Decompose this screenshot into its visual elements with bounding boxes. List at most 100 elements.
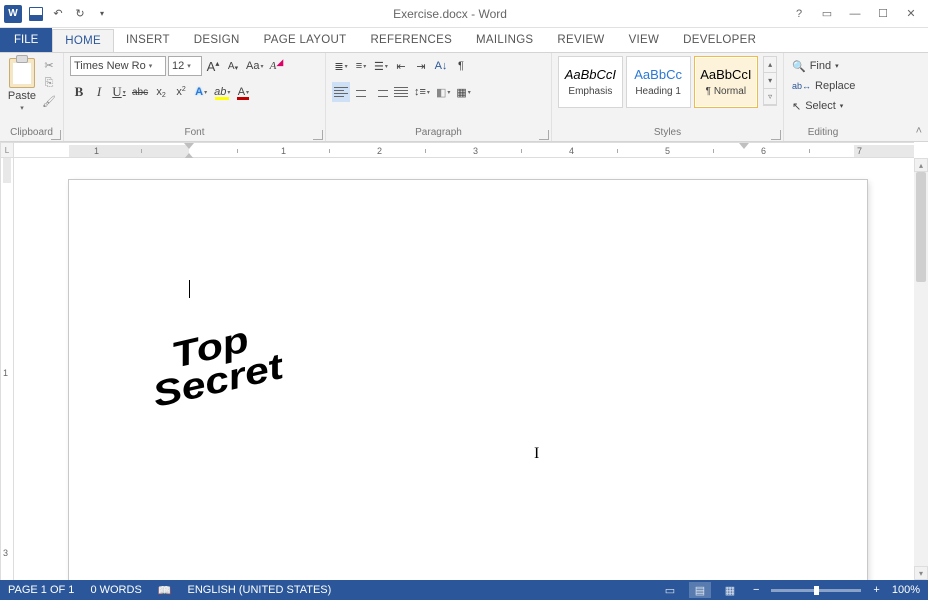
justify-button[interactable] [392,82,410,102]
horizontal-ruler[interactable]: 1 1 2 3 4 5 6 7 [14,142,914,158]
decrease-indent-button[interactable]: ⇤ [392,56,410,76]
styles-dialog-launcher[interactable] [771,130,781,140]
font-size-combo[interactable]: 12▾ [168,56,202,76]
tab-selector[interactable]: L [0,142,14,158]
zoom-out-button[interactable]: − [749,584,763,596]
zoom-slider[interactable] [771,589,861,592]
styles-scroll-down[interactable]: ▾ [764,73,776,89]
undo-button[interactable]: ↶ [50,6,66,22]
ribbon-display-options[interactable]: ▭ [818,5,836,23]
subscript-button[interactable]: x2 [152,82,170,102]
select-button[interactable]: ↖Select▾ [790,96,845,116]
ribbon-tabstrip: FILE HOME INSERT DESIGN PAGE LAYOUT REFE… [0,28,928,52]
strikethrough-button[interactable]: abc [130,82,150,102]
replace-button[interactable]: ab↔Replace [790,76,857,96]
find-button[interactable]: 🔍Find▾ [790,56,841,76]
paste-button[interactable]: Paste ▾ [6,56,38,112]
tab-page-layout[interactable]: PAGE LAYOUT [252,28,359,52]
format-painter-button[interactable]: 🖌 [41,94,57,108]
wordart-object[interactable]: Top Secret [142,316,286,412]
collapse-ribbon-button[interactable]: ˄ [916,125,922,137]
page[interactable]: Top Secret I [69,180,867,580]
status-language[interactable]: ENGLISH (UNITED STATES) [187,584,331,596]
shading-button[interactable]: ◧▾ [434,82,452,102]
tab-review[interactable]: REVIEW [545,28,616,52]
borders-button[interactable]: ▦▾ [454,82,472,102]
group-label-paragraph: Paragraph [332,126,545,140]
paste-label: Paste [8,90,36,102]
shrink-font-button[interactable]: A▾ [224,56,242,76]
file-tab[interactable]: FILE [0,28,52,52]
select-icon: ↖ [792,100,801,113]
show-hide-button[interactable]: ¶ [452,56,470,76]
paragraph-dialog-launcher[interactable] [539,130,549,140]
align-left-button[interactable] [332,82,350,102]
first-line-indent-marker[interactable] [184,143,194,149]
close-button[interactable]: ✕ [902,5,920,23]
align-center-button[interactable] [352,82,370,102]
grow-font-button[interactable]: A▴ [204,56,222,76]
zoom-slider-thumb[interactable] [814,586,819,595]
right-indent-marker[interactable] [739,143,749,149]
ribbon: Paste ▾ ✂ ⎘ 🖌 Clipboard Times New Ro▾ 12… [0,52,928,142]
numbering-button[interactable]: ≡▾ [352,56,370,76]
scroll-down-button[interactable]: ▾ [914,566,928,580]
tab-design[interactable]: DESIGN [182,28,252,52]
bold-button[interactable]: B [70,82,88,102]
text-effects-button[interactable]: A▾ [192,82,210,102]
highlight-button[interactable]: ab▾ [212,82,232,102]
copy-button[interactable]: ⎘ [41,76,57,90]
scroll-up-button[interactable]: ▴ [914,158,928,172]
styles-scroll-up[interactable]: ▴ [764,57,776,73]
zoom-level[interactable]: 100% [892,584,920,596]
sort-button[interactable]: A↓ [432,56,450,76]
document-scroll-area[interactable]: Top Secret I [14,158,914,580]
document-area: L 1 1 2 3 4 5 6 7 1 3 [0,142,928,580]
minimize-button[interactable]: — [846,5,864,23]
style-heading1[interactable]: AaBbCc Heading 1 [626,56,691,108]
style-emphasis[interactable]: AaBbCcI Emphasis [558,56,623,108]
redo-button[interactable]: ↻ [72,6,88,22]
font-dialog-launcher[interactable] [313,130,323,140]
qat-customize-dropdown[interactable]: ▾ [94,6,110,22]
view-print-layout[interactable]: ▤ [689,582,711,598]
group-font: Times New Ro▾ 12▾ A▴ A▾ Aa▾ A◢ B I U▾ ab… [64,53,326,141]
view-read-mode[interactable]: ▭ [659,582,681,598]
styles-expand[interactable]: ▿ [764,89,776,105]
font-color-button[interactable]: A▾ [234,82,252,102]
tab-references[interactable]: REFERENCES [358,28,464,52]
scroll-thumb[interactable] [916,172,926,282]
vertical-scrollbar[interactable]: ▴ ▾ [914,158,928,580]
clipboard-dialog-launcher[interactable] [51,130,61,140]
change-case-button[interactable]: Aa▾ [244,56,265,76]
superscript-button[interactable]: x2 [172,82,190,102]
group-styles: AaBbCcI Emphasis AaBbCc Heading 1 AaBbCc… [552,53,784,141]
underline-button[interactable]: U▾ [110,82,128,102]
tab-insert[interactable]: INSERT [114,28,182,52]
group-label-font: Font [70,126,319,140]
clear-formatting-button[interactable]: A◢ [267,56,285,76]
tab-home[interactable]: HOME [52,29,114,53]
status-word-count[interactable]: 0 WORDS [90,584,141,596]
tab-developer[interactable]: DEVELOPER [671,28,768,52]
font-name-combo[interactable]: Times New Ro▾ [70,56,166,76]
line-spacing-button[interactable]: ↕≡▾ [412,82,432,102]
multilevel-list-button[interactable]: ☰▾ [372,56,390,76]
style-normal[interactable]: AaBbCcI ¶ Normal [694,56,759,108]
tab-mailings[interactable]: MAILINGS [464,28,545,52]
tab-view[interactable]: VIEW [617,28,672,52]
cut-button[interactable]: ✂ [41,58,57,72]
status-spellcheck-icon[interactable]: 📖 [158,584,172,597]
increase-indent-button[interactable]: ⇥ [412,56,430,76]
status-bar: PAGE 1 OF 1 0 WORDS 📖 ENGLISH (UNITED ST… [0,580,928,600]
zoom-in-button[interactable]: + [869,584,883,596]
save-button[interactable] [28,6,44,22]
status-page[interactable]: PAGE 1 OF 1 [8,584,74,596]
view-web-layout[interactable]: ▦ [719,582,741,598]
maximize-button[interactable]: ☐ [874,5,892,23]
vertical-ruler[interactable]: 1 3 [0,158,14,580]
italic-button[interactable]: I [90,82,108,102]
align-right-button[interactable] [372,82,390,102]
bullets-button[interactable]: ≣▾ [332,56,350,76]
help-button[interactable]: ? [790,5,808,23]
